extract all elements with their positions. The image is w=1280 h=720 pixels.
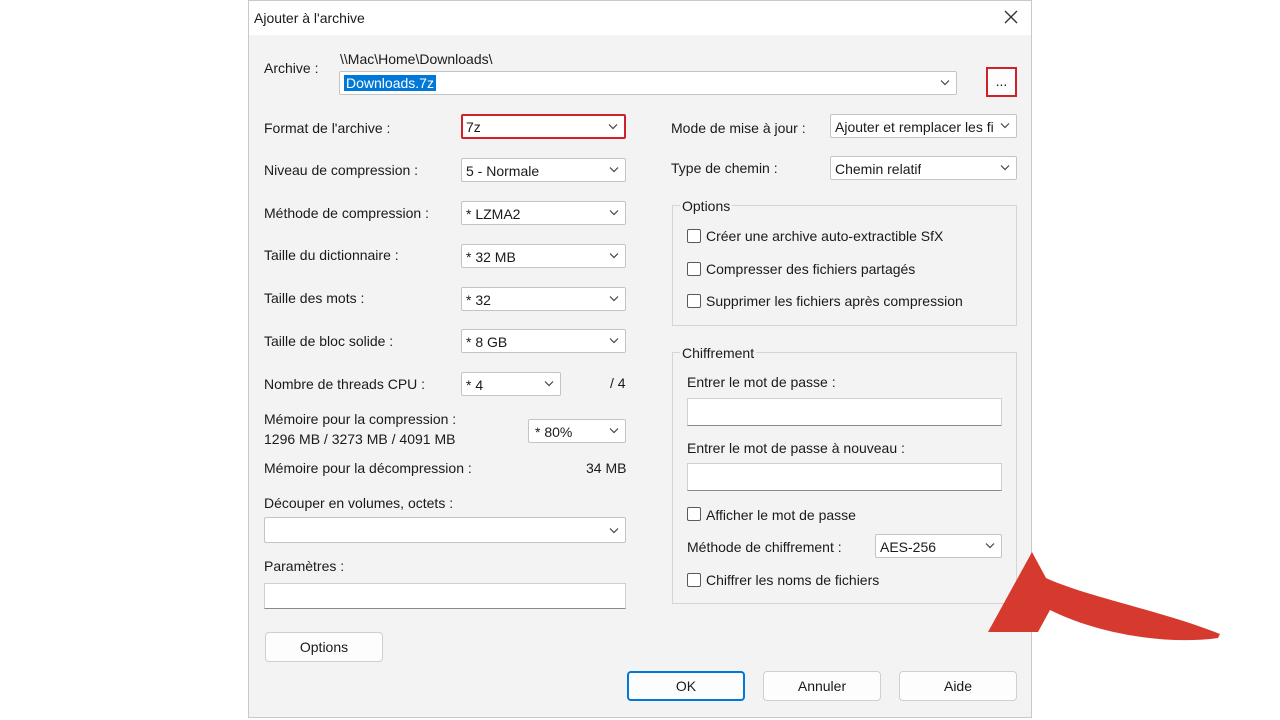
sfx-checkbox[interactable] (687, 229, 701, 243)
browse-button[interactable]: ... (986, 67, 1017, 97)
dialog-title: Ajouter à l'archive (254, 10, 365, 26)
threads-max: / 4 (610, 375, 626, 391)
arrow-shape (988, 552, 1220, 641)
title-bar: Ajouter à l'archive (249, 1, 1031, 35)
options-group-title: Options (680, 198, 733, 214)
threads-label: Nombre de threads CPU : (264, 376, 426, 392)
path-type-value: Chemin relatif (835, 161, 922, 177)
method-select[interactable]: * LZMA2 (461, 201, 626, 225)
chevron-down-icon (1000, 165, 1010, 171)
password-input[interactable] (687, 398, 1002, 426)
words-select[interactable]: * 32 (461, 287, 626, 311)
solid-select[interactable]: * 8 GB (461, 329, 626, 353)
update-mode-label: Mode de mise à jour : (671, 120, 806, 136)
update-mode-select[interactable]: Ajouter et remplacer les fich (830, 114, 1017, 138)
encrypt-names-label[interactable]: Chiffrer les noms de fichiers (706, 572, 879, 588)
params-label: Paramètres : (264, 558, 345, 574)
level-select[interactable]: 5 - Normale (461, 158, 626, 182)
mem-decomp-label: Mémoire pour la décompression : (264, 460, 472, 476)
delete-files-checkbox[interactable] (687, 294, 701, 308)
chevron-down-icon (608, 124, 618, 130)
sfx-checkbox-label[interactable]: Créer une archive auto-extractible SfX (706, 228, 943, 244)
password-label: Entrer le mot de passe : (687, 374, 836, 390)
solid-label: Taille de bloc solide : (264, 333, 394, 349)
format-value: 7z (466, 119, 481, 135)
chevron-down-icon (609, 167, 619, 173)
mem-decomp-value: 34 MB (586, 460, 627, 476)
chevron-down-icon (609, 428, 619, 434)
add-to-archive-dialog: Ajouter à l'archive Archive : \\Mac\Home… (248, 0, 1032, 718)
encryption-method-label: Méthode de chiffrement : (687, 539, 842, 555)
archive-path: \\Mac\Home\Downloads\ (340, 51, 493, 67)
archive-label: Archive : (264, 60, 319, 76)
delete-files-checkbox-label[interactable]: Supprimer les fichiers après compression (706, 293, 963, 309)
split-select[interactable] (264, 517, 626, 543)
path-type-select[interactable]: Chemin relatif (830, 156, 1017, 180)
words-value: * 32 (466, 292, 491, 308)
archive-filename-combo[interactable]: Downloads.7z (339, 71, 957, 95)
show-password-label[interactable]: Afficher le mot de passe (706, 507, 856, 523)
solid-value: * 8 GB (466, 334, 508, 350)
options-button[interactable]: Options (265, 632, 383, 662)
close-icon[interactable] (1001, 7, 1021, 27)
red-arrow-annotation (988, 552, 1220, 641)
method-value: * LZMA2 (466, 206, 521, 222)
threads-select[interactable]: * 4 (461, 372, 561, 396)
encrypt-names-checkbox[interactable] (687, 573, 701, 587)
mem-comp-value: * 80% (535, 424, 573, 440)
dict-value: * 32 MB (466, 249, 516, 265)
password-confirm-label: Entrer le mot de passe à nouveau : (687, 440, 905, 456)
path-type-label: Type de chemin : (671, 160, 778, 176)
show-password-checkbox[interactable] (687, 507, 701, 521)
params-input[interactable] (264, 583, 626, 609)
chevron-down-icon (609, 253, 619, 259)
method-label: Méthode de compression : (264, 205, 429, 221)
mem-comp-detail: 1296 MB / 3273 MB / 4091 MB (264, 431, 456, 447)
dict-select[interactable]: * 32 MB (461, 244, 626, 268)
level-value: 5 - Normale (466, 163, 540, 179)
chevron-down-icon (609, 338, 619, 344)
mem-comp-label: Mémoire pour la compression : (264, 411, 457, 427)
chevron-down-icon (940, 80, 950, 86)
encryption-method-value: AES-256 (880, 539, 937, 555)
chevron-down-icon (1000, 123, 1010, 129)
split-label: Découper en volumes, octets : (264, 495, 454, 511)
archive-filename: Downloads.7z (344, 75, 436, 91)
encryption-group-title: Chiffrement (680, 345, 757, 361)
threads-value: * 4 (466, 377, 484, 393)
chevron-down-icon (544, 381, 554, 387)
shared-files-checkbox[interactable] (687, 262, 701, 276)
format-label: Format de l'archive : (264, 120, 391, 136)
format-select[interactable]: 7z (461, 114, 626, 139)
password-confirm-input[interactable] (687, 463, 1002, 491)
mem-comp-select[interactable]: * 80% (528, 419, 626, 443)
chevron-down-icon (609, 296, 619, 302)
update-mode-value: Ajouter et remplacer les fich (835, 119, 993, 135)
chevron-down-icon (609, 210, 619, 216)
chevron-down-icon (609, 528, 619, 534)
shared-files-checkbox-label[interactable]: Compresser des fichiers partagés (706, 261, 915, 277)
ok-button[interactable]: OK (627, 671, 745, 701)
cancel-button[interactable]: Annuler (763, 671, 881, 701)
level-label: Niveau de compression : (264, 162, 419, 178)
words-label: Taille des mots : (264, 290, 365, 306)
dict-label: Taille du dictionnaire : (264, 247, 399, 263)
